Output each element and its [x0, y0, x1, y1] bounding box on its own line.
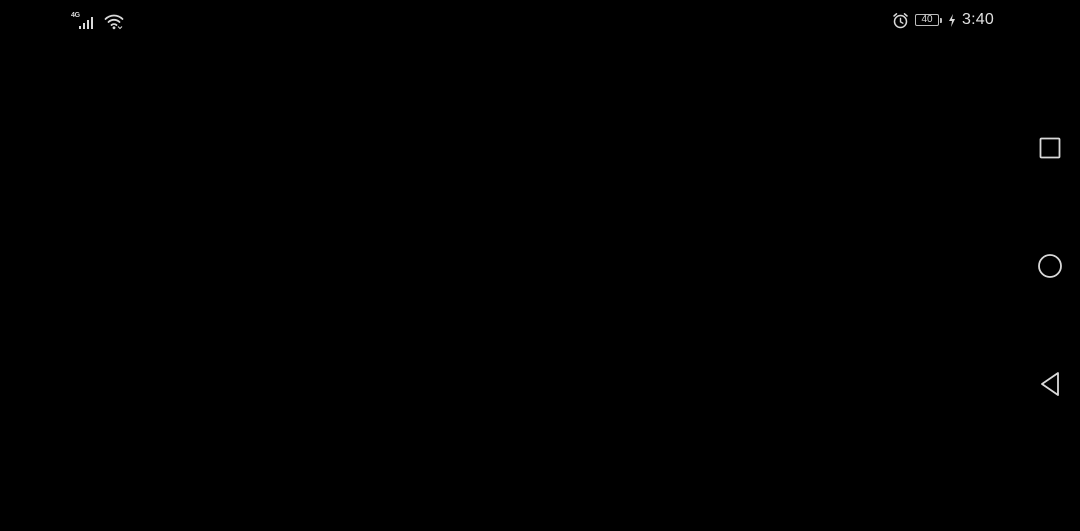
back-button[interactable] [1034, 368, 1066, 400]
status-right-group: 40 3:40 [892, 8, 994, 32]
navigation-bar [1020, 0, 1080, 531]
charging-bolt-icon [949, 13, 956, 27]
battery-body: 40 [915, 14, 940, 26]
battery-indicator: 40 [915, 14, 943, 26]
signal-bars-icon [79, 17, 93, 29]
mobile-signal: 4G [70, 12, 96, 30]
clock-time: 3:40 [962, 11, 994, 28]
alarm-clock-icon [893, 12, 908, 28]
home-button[interactable] [1034, 250, 1066, 282]
circle-home-icon [1038, 254, 1062, 278]
wifi-icon [104, 14, 124, 30]
battery-tip [940, 17, 943, 23]
square-recents-icon [1039, 137, 1061, 159]
status-bar: 4G 40 3:40 [0, 0, 1080, 40]
recents-button[interactable] [1034, 132, 1066, 164]
battery-level-text: 40 [921, 14, 933, 25]
status-left-group: 4G [70, 10, 124, 30]
triangle-back-icon [1041, 372, 1059, 396]
